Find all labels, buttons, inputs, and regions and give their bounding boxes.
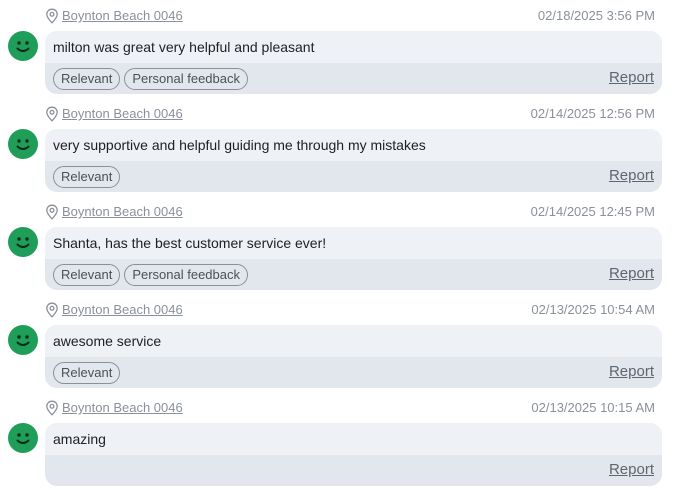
location-link[interactable]: Boynton Beach 0046: [62, 400, 183, 415]
feedback-meta: Boynton Beach 0046 02/14/2025 12:45 PM: [45, 202, 655, 224]
map-pin-icon: [45, 302, 59, 318]
report-link[interactable]: Report: [609, 461, 654, 478]
feedback-feed: Boynton Beach 0046 02/18/2025 3:56 PM milt…: [0, 0, 683, 490]
smiley-face-icon: [8, 325, 38, 355]
location-link[interactable]: Boynton Beach 0046: [62, 302, 183, 317]
tag-chip[interactable]: Relevant: [53, 264, 121, 286]
map-pin-icon: [45, 400, 59, 416]
feedback-meta: Boynton Beach 0046 02/13/2025 10:15 AM: [45, 398, 655, 420]
feedback-card: awesome service Relevant Report: [45, 325, 662, 388]
comment-text: milton was great very helpful and pleasa…: [53, 39, 315, 55]
report-link[interactable]: Report: [609, 167, 654, 184]
feedback-meta: Boynton Beach 0046 02/14/2025 12:56 PM: [45, 104, 655, 126]
feedback-item: Boynton Beach 0046 02/18/2025 3:56 PM milt…: [0, 6, 683, 98]
feedback-card: very supportive and helpful guiding me t…: [45, 129, 662, 192]
comment-text: amazing: [53, 431, 106, 447]
tag-chip[interactable]: Relevant: [53, 362, 121, 384]
comment-text: Shanta, has the best customer service ev…: [53, 235, 327, 251]
timestamp: 02/18/2025 3:56 PM: [537, 8, 655, 23]
feedback-item: Boynton Beach 0046 02/13/2025 10:15 AM ama…: [0, 398, 683, 490]
smiley-face-icon: [8, 129, 38, 159]
report-link[interactable]: Report: [609, 265, 654, 282]
tag-chip[interactable]: Personal feedback: [124, 264, 248, 286]
location-link[interactable]: Boynton Beach 0046: [62, 8, 183, 23]
feedback-item: Boynton Beach 0046 02/14/2025 12:56 PM ver…: [0, 104, 683, 196]
feedback-card: milton was great very helpful and pleasa…: [45, 31, 662, 94]
feedback-item: Boynton Beach 0046 02/14/2025 12:45 PM Sha…: [0, 202, 683, 294]
comment-text: awesome service: [53, 333, 162, 349]
location-link[interactable]: Boynton Beach 0046: [62, 204, 183, 219]
smiley-face-icon: [8, 227, 38, 257]
tag-list: Relevant: [53, 166, 124, 188]
smiley-face-icon: [8, 31, 38, 61]
tag-list: Relevant Personal feedback: [53, 68, 252, 90]
feedback-card: Shanta, has the best customer service ev…: [45, 227, 662, 290]
feedback-card: amazing Report: [45, 423, 662, 486]
smiley-face-icon: [8, 423, 38, 453]
map-pin-icon: [45, 106, 59, 122]
comment-box: very supportive and helpful guiding me t…: [45, 129, 662, 161]
comment-box: Shanta, has the best customer service ev…: [45, 227, 662, 259]
comment-box: milton was great very helpful and pleasa…: [45, 31, 662, 63]
tag-chip[interactable]: Relevant: [53, 68, 121, 90]
feedback-meta: Boynton Beach 0046 02/18/2025 3:56 PM: [45, 6, 655, 28]
feedback-meta: Boynton Beach 0046 02/13/2025 10:54 AM: [45, 300, 655, 322]
feedback-item: Boynton Beach 0046 02/13/2025 10:54 AM awe…: [0, 300, 683, 392]
comment-text: very supportive and helpful guiding me t…: [53, 137, 426, 153]
timestamp: 02/13/2025 10:15 AM: [531, 400, 655, 415]
map-pin-icon: [45, 204, 59, 220]
tag-list: Relevant Personal feedback: [53, 264, 252, 286]
tag-chip[interactable]: Relevant: [53, 166, 121, 188]
comment-box: amazing: [45, 423, 662, 455]
comment-box: awesome service: [45, 325, 662, 357]
tag-chip[interactable]: Personal feedback: [124, 68, 248, 90]
report-link[interactable]: Report: [609, 69, 654, 86]
tag-list: Relevant: [53, 362, 124, 384]
location-link[interactable]: Boynton Beach 0046: [62, 106, 183, 121]
timestamp: 02/14/2025 12:56 PM: [530, 106, 655, 121]
map-pin-icon: [45, 8, 59, 24]
timestamp: 02/14/2025 12:45 PM: [530, 204, 655, 219]
report-link[interactable]: Report: [609, 363, 654, 380]
timestamp: 02/13/2025 10:54 AM: [531, 302, 655, 317]
